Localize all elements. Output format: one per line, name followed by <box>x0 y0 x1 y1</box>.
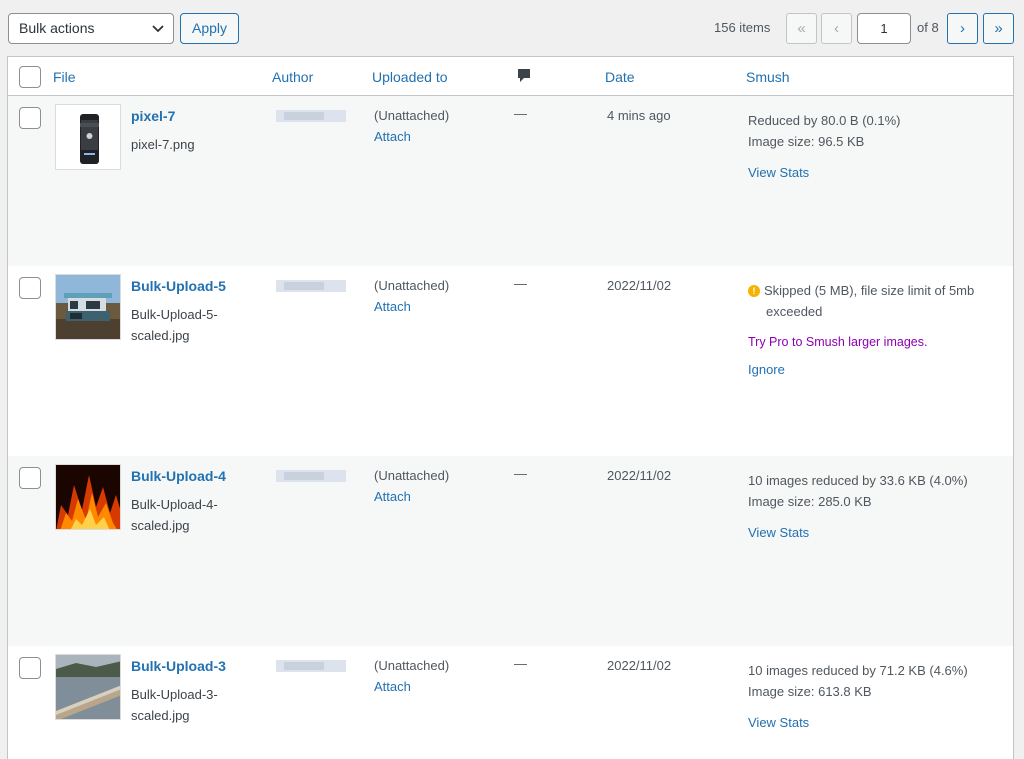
column-smush: Smush <box>746 69 790 85</box>
thumbnail-image[interactable] <box>55 654 121 720</box>
column-date[interactable]: Date <box>605 69 635 85</box>
view-stats-link[interactable]: View Stats <box>748 522 998 543</box>
view-stats-link[interactable]: View Stats <box>748 712 998 733</box>
uploaded-to-status: (Unattached) <box>374 278 450 293</box>
smush-status: Reduced by 80.0 B (0.1%) Image size: 96.… <box>748 110 998 183</box>
row-checkbox[interactable] <box>19 277 41 299</box>
author-redacted <box>276 660 346 672</box>
first-page-button[interactable]: « <box>786 13 817 44</box>
thumbnail-image[interactable] <box>55 274 121 340</box>
thumbnail-image[interactable] <box>55 464 121 530</box>
table-row: Bulk-Upload-5 Bulk-Upload-5-scaled.jpg (… <box>8 266 1013 456</box>
file-title-link[interactable]: Bulk-Upload-5 <box>131 278 226 294</box>
comments-count: — <box>514 106 527 121</box>
column-file[interactable]: File <box>53 69 76 85</box>
smush-status: ! Skipped (5 MB), file size limit of 5mb … <box>748 280 998 380</box>
table-row: pixel-7 pixel-7.png (Unattached) Attach … <box>8 96 1013 266</box>
row-checkbox[interactable] <box>19 107 41 129</box>
upload-date: 4 mins ago <box>607 108 671 123</box>
row-checkbox[interactable] <box>19 467 41 489</box>
file-title-link[interactable]: Bulk-Upload-4 <box>131 468 226 484</box>
author-redacted <box>276 280 346 292</box>
smush-status: 10 images reduced by 33.6 KB (4.0%) Imag… <box>748 470 998 543</box>
comments-count: — <box>514 466 527 481</box>
upload-date: 2022/11/02 <box>607 468 672 483</box>
smush-skipped-message: Skipped (5 MB), file size limit of 5mb <box>764 283 975 298</box>
items-count: 156 items <box>714 20 771 35</box>
upload-date: 2022/11/02 <box>607 658 672 673</box>
comments-count: — <box>514 656 527 671</box>
select-all-checkbox[interactable] <box>19 66 41 88</box>
table-header: File Author Uploaded to Date Smush <box>8 57 1013 96</box>
house-thumbnail-icon <box>56 275 120 339</box>
file-name: pixel-7.png <box>131 137 195 152</box>
upload-date: 2022/11/02 <box>607 278 672 293</box>
table-row: Bulk-Upload-4 Bulk-Upload-4-scaled.jpg (… <box>8 456 1013 646</box>
table-row: Bulk-Upload-3 Bulk-Upload-3-scaled.jpg (… <box>8 646 1013 759</box>
row-checkbox[interactable] <box>19 657 41 679</box>
last-page-button[interactable]: » <box>983 13 1014 44</box>
comment-icon[interactable] <box>517 68 531 83</box>
tablenav-top: Bulk actions Apply 156 items « ‹ 1 of 8 … <box>0 0 1024 56</box>
smush-image-size: Image size: 285.0 KB <box>748 494 872 509</box>
total-pages: of 8 <box>917 20 939 35</box>
uploaded-to-status: (Unattached) <box>374 658 450 673</box>
attach-link[interactable]: Attach <box>374 129 411 144</box>
file-name: Bulk-Upload-3-scaled.jpg <box>131 687 218 723</box>
thumbnail-image[interactable] <box>55 104 121 170</box>
file-title-link[interactable]: Bulk-Upload-3 <box>131 658 226 674</box>
bulk-actions-label: Bulk actions <box>19 20 95 36</box>
smush-summary: 10 images reduced by 71.2 KB (4.6%) <box>748 663 968 678</box>
author-redacted <box>276 470 346 482</box>
smush-summary: Reduced by 80.0 B (0.1%) <box>748 113 901 128</box>
media-table: File Author Uploaded to Date Smush pixel… <box>7 56 1014 759</box>
attach-link[interactable]: Attach <box>374 679 411 694</box>
warning-icon: ! <box>748 285 760 297</box>
ignore-link[interactable]: Ignore <box>748 359 998 380</box>
smush-status: 10 images reduced by 71.2 KB (4.6%) Imag… <box>748 660 998 733</box>
bulk-actions-select[interactable]: Bulk actions <box>8 13 174 44</box>
comments-count: — <box>514 276 527 291</box>
smush-image-size: Image size: 613.8 KB <box>748 684 872 699</box>
next-page-button[interactable]: › <box>947 13 978 44</box>
current-page-input[interactable]: 1 <box>857 13 911 44</box>
view-stats-link[interactable]: View Stats <box>748 162 998 183</box>
file-name: Bulk-Upload-5-scaled.jpg <box>131 307 218 343</box>
attach-link[interactable]: Attach <box>374 299 411 314</box>
phone-thumbnail-icon <box>56 105 120 169</box>
apply-button[interactable]: Apply <box>180 13 239 44</box>
smush-summary: 10 images reduced by 33.6 KB (4.0%) <box>748 473 968 488</box>
column-author[interactable]: Author <box>272 69 313 85</box>
uploaded-to-status: (Unattached) <box>374 108 450 123</box>
file-title-link[interactable]: pixel-7 <box>131 108 175 124</box>
smush-image-size: Image size: 96.5 KB <box>748 134 865 149</box>
file-name: Bulk-Upload-4-scaled.jpg <box>131 497 218 533</box>
fire-thumbnail-icon <box>56 465 120 529</box>
smush-skipped-message-cont: exceeded <box>766 304 823 319</box>
author-redacted <box>276 110 346 122</box>
prev-page-button[interactable]: ‹ <box>821 13 852 44</box>
pier-thumbnail-icon <box>56 655 120 719</box>
column-uploaded-to[interactable]: Uploaded to <box>372 69 448 85</box>
chevron-down-icon <box>152 25 164 33</box>
try-pro-link[interactable]: Try Pro to Smush larger images. <box>748 332 998 353</box>
attach-link[interactable]: Attach <box>374 489 411 504</box>
uploaded-to-status: (Unattached) <box>374 468 450 483</box>
